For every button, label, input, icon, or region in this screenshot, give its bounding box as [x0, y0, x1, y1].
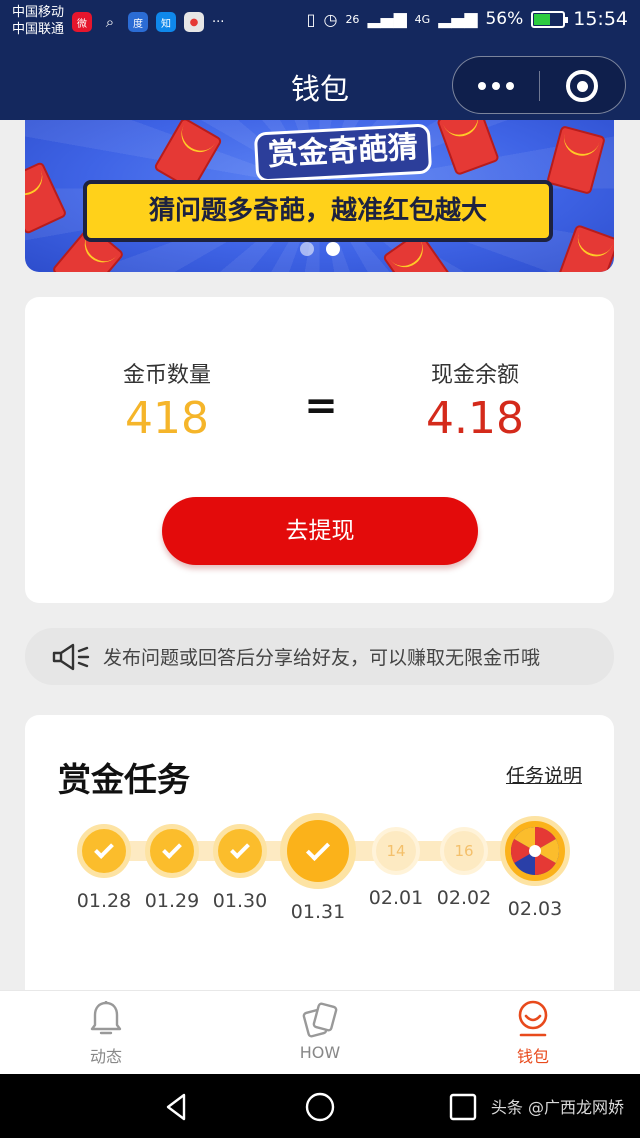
- reward-amount: 16: [454, 842, 474, 860]
- recents-icon[interactable]: [446, 1090, 480, 1124]
- carrier-info: 中国移动 中国联通: [12, 4, 64, 38]
- banner-title: 赏金奇葩猜: [253, 123, 433, 183]
- day-date: 02.03: [507, 898, 563, 920]
- check-icon: [213, 824, 267, 878]
- wallet-card: 金币数量 418 = 现金余额 4.18 去提现: [25, 297, 614, 603]
- battery-percent: 56%: [485, 9, 524, 29]
- banner-subtitle: 猜问题多奇葩，越准红包越大: [83, 180, 553, 242]
- miniprogram-capsule: [452, 56, 626, 114]
- search-icon: ⌕: [105, 13, 115, 31]
- notice-bar: 发布问题或回答后分享给好友，可以赚取无限金币哦: [25, 628, 614, 685]
- day-date: 02.02: [436, 887, 492, 909]
- day-date: 01.30: [212, 890, 268, 912]
- back-icon[interactable]: [160, 1090, 194, 1124]
- tab-bar: 动态 HOW 钱包: [0, 990, 640, 1074]
- cash-label: 现金余额: [430, 363, 519, 388]
- close-miniprogram-button[interactable]: [539, 57, 625, 115]
- coin-label: 金币数量: [122, 363, 211, 388]
- clock: 15:54: [573, 8, 628, 30]
- weibo-icon: 微: [72, 12, 92, 32]
- check-icon: [280, 813, 356, 889]
- more-notifications-icon: ···: [212, 14, 225, 30]
- task-day[interactable]: 01.31: [273, 813, 363, 923]
- task-title: 赏金任务: [58, 760, 190, 799]
- home-icon[interactable]: [303, 1090, 337, 1124]
- zhihu-icon: 知: [156, 12, 176, 32]
- tab-label: 动态: [89, 1047, 122, 1066]
- notice-text: 发布问题或回答后分享给好友，可以赚取无限金币哦: [103, 647, 541, 669]
- promo-banner[interactable]: 赏金奇葩猜 猜问题多奇葩，越准红包越大: [25, 120, 614, 272]
- signal-bars-1-icon: ▂▄▆: [367, 9, 407, 29]
- reward-badge: 16: [440, 827, 488, 875]
- carousel-dot[interactable]: [299, 242, 314, 256]
- carrier-2: 中国联通: [12, 22, 65, 37]
- more-dot-icon: [506, 82, 514, 90]
- day-date: 01.31: [290, 901, 346, 923]
- nav-bar: 钱包: [0, 44, 640, 120]
- check-icon: [77, 824, 131, 878]
- cash-value: 4.18: [426, 393, 524, 444]
- signal-2: 4G: [414, 12, 431, 26]
- watermark: 头条 @广西龙网娇: [490, 1098, 624, 1117]
- tab-label: 钱包: [516, 1047, 549, 1066]
- alarm-icon: ◷: [323, 9, 338, 29]
- task-day[interactable]: 01.30: [195, 824, 285, 912]
- tab-label: HOW: [299, 1043, 341, 1062]
- day-date: 01.29: [144, 890, 200, 912]
- more-button[interactable]: [453, 57, 539, 115]
- system-nav-bar: 头条 @广西龙网娇: [0, 1074, 640, 1138]
- vibrate-icon: ▯: [306, 9, 316, 29]
- bell-icon: [90, 1001, 122, 1035]
- target-icon: [566, 70, 598, 102]
- tab-dynamic[interactable]: 动态: [46, 999, 166, 1067]
- wallet-smile-icon: [518, 1000, 548, 1037]
- day-date: 01.28: [76, 890, 132, 912]
- equals-sign: =: [304, 383, 338, 429]
- tab-wallet[interactable]: 钱包: [473, 999, 593, 1067]
- signal-bars-2-icon: ▂▄▆: [438, 9, 478, 29]
- prize-wheel-icon: [500, 816, 570, 886]
- carousel-dot[interactable]: [325, 242, 340, 256]
- carrier-1: 中国移动: [12, 5, 65, 20]
- task-help-link[interactable]: 任务说明: [506, 761, 582, 788]
- reward-amount: 14: [386, 842, 406, 860]
- battery-icon: [531, 10, 569, 28]
- baidu-icon: 度: [128, 12, 148, 32]
- bounty-task-card: 赏金任务 任务说明 01.28 01.29 01.30 01.31 14 02.01 16 0…: [25, 715, 614, 1005]
- megaphone-icon: [52, 643, 90, 670]
- status-right: ▯ ◷ 26 ▂▄▆ 4G ▂▄▆ 56% 15:54: [307, 8, 628, 30]
- day-date: 02.01: [368, 887, 424, 909]
- withdraw-button[interactable]: 去提现: [162, 497, 478, 565]
- notification-icons: 微 ⌕ 度知 ● ···: [72, 12, 224, 32]
- tab-how[interactable]: HOW: [260, 999, 380, 1062]
- reward-badge: 14: [372, 827, 420, 875]
- signal-1: 26: [345, 12, 360, 26]
- map-icon: ●: [184, 12, 204, 32]
- status-bar: 中国移动 中国联通 微 ⌕ 度知 ● ··· ▯ ◷ 26 ▂▄▆ 4G ▂▄▆ 56%…: [0, 0, 640, 44]
- cards-icon: [302, 1002, 338, 1038]
- more-dot-icon: [492, 82, 500, 90]
- check-icon: [145, 824, 199, 878]
- more-dot-icon: [478, 82, 486, 90]
- task-day[interactable]: 02.03: [490, 816, 580, 920]
- coin-value: 418: [125, 393, 209, 444]
- carousel-dots: [25, 242, 614, 256]
